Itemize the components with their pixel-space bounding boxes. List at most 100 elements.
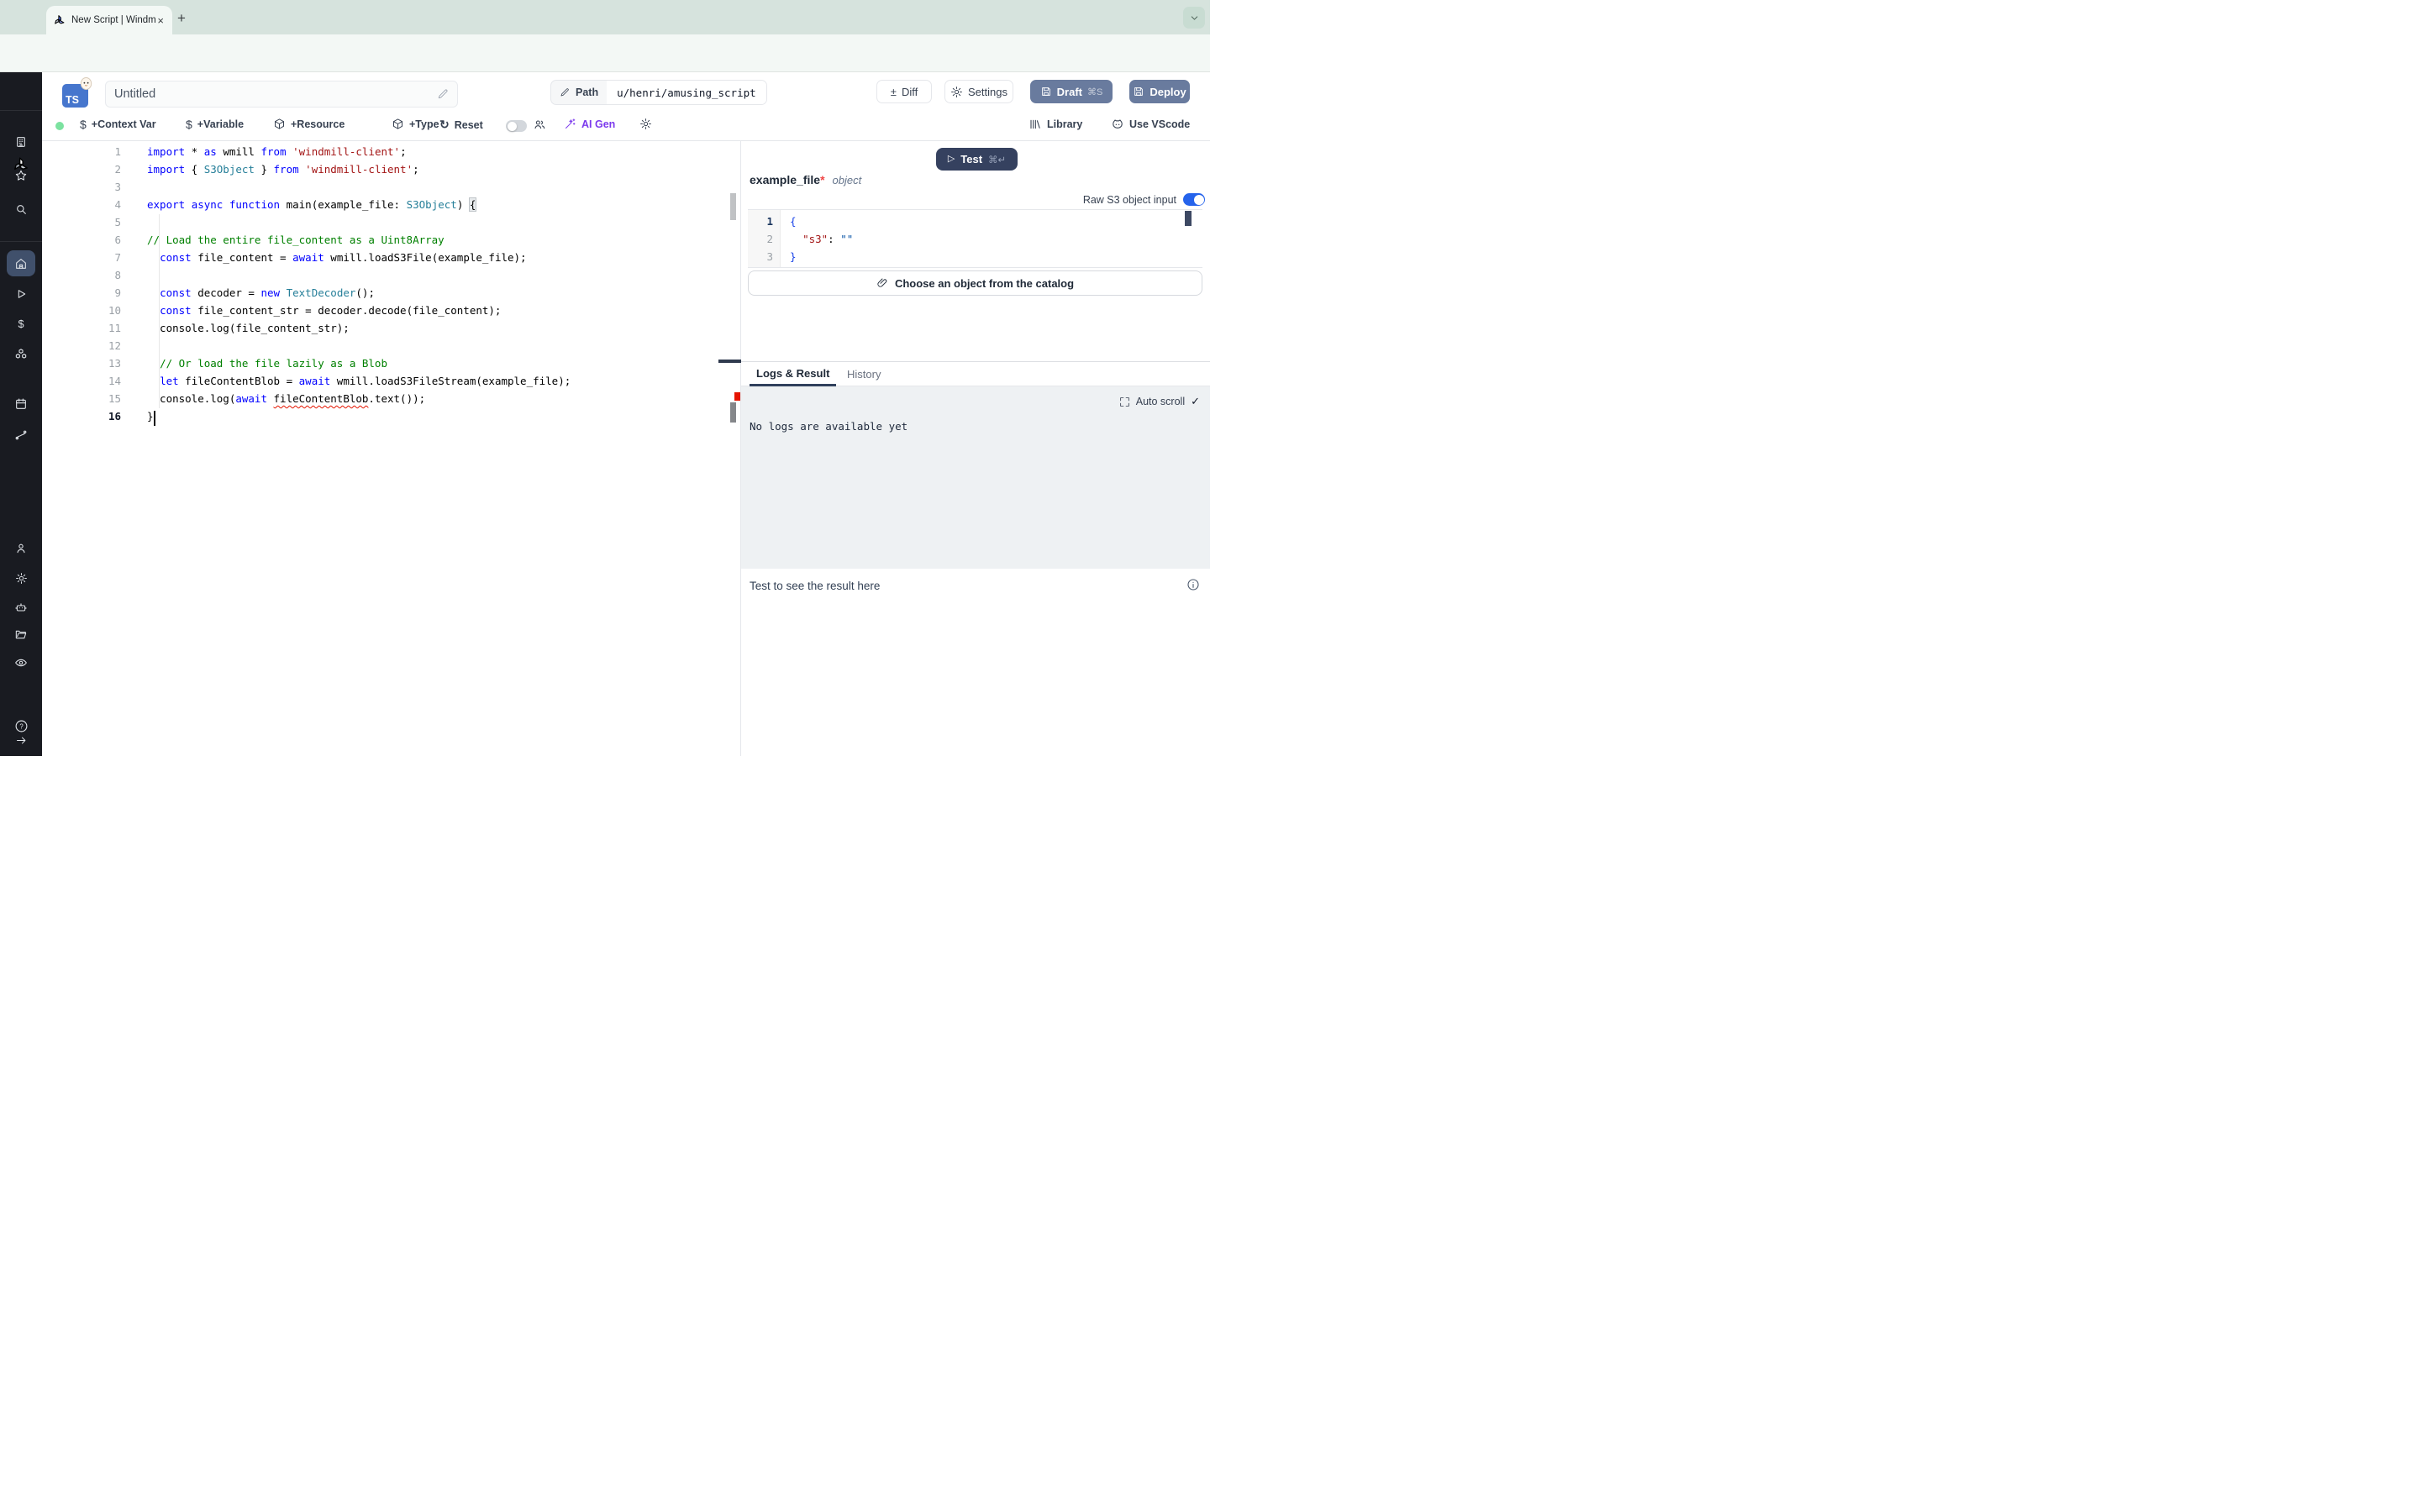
path-pencil-icon (560, 87, 570, 97)
edit-pencil-icon[interactable] (437, 88, 449, 100)
vscode-icon (1111, 118, 1124, 131)
app-sidebar: $? (0, 72, 42, 756)
tab-history[interactable]: History (840, 362, 887, 386)
sidebar-item-home[interactable] (0, 251, 42, 276)
sidebar-item-schedules[interactable] (0, 391, 42, 417)
multiplayer-toggle[interactable] (506, 120, 527, 132)
library-button[interactable]: Library (1028, 118, 1082, 131)
info-icon[interactable] (1186, 578, 1200, 591)
add-resource-button[interactable]: +Resource (273, 118, 345, 130)
sidebar-item-audit-logs[interactable] (0, 650, 42, 675)
sidebar-item-search[interactable] (0, 197, 42, 222)
sidebar-divider (0, 241, 42, 242)
multiplayer-users-icon[interactable] (533, 118, 546, 131)
path-label: Path (576, 87, 598, 98)
save-icon (1040, 86, 1052, 97)
play-icon: ▷ (948, 155, 955, 164)
code-editor[interactable]: 1import * as wmill from 'windmill-client… (42, 141, 740, 756)
tab-search-button[interactable] (1183, 7, 1205, 29)
argument-row: example_file* object (750, 173, 861, 186)
tab-logs-result[interactable]: Logs & Result (750, 362, 836, 386)
auto-scroll-control[interactable]: Auto scroll ✓ (1119, 395, 1200, 408)
arrow-right-icon (15, 734, 28, 747)
sidebar-item-workspace[interactable] (0, 129, 42, 155)
home-icon (14, 257, 28, 270)
runtime-emoji-badge (80, 77, 92, 90)
raw-s3-label: Raw S3 object input (1083, 194, 1176, 206)
add-type-button[interactable]: +Type (392, 118, 439, 130)
indent-guide (159, 214, 160, 408)
close-tab-icon[interactable]: × (155, 15, 166, 26)
play-icon (14, 287, 28, 301)
raw-s3-toggle[interactable] (1183, 193, 1205, 206)
reset-button[interactable]: ↻ Reset (439, 118, 483, 132)
dollar-icon: $ (186, 118, 192, 131)
paperclip-icon (876, 277, 888, 289)
raw-s3-row: Raw S3 object input (741, 193, 1205, 206)
windmill-new-script-screen: { "browser": { "tab_title": "New Script … (0, 0, 1210, 756)
dollar-icon: $ (14, 318, 28, 331)
ai-gen-button[interactable]: AI Gen (564, 118, 615, 130)
package-icon (273, 118, 286, 130)
script-name-value: Untitled (114, 87, 155, 101)
json-arg-editor[interactable]: 1{2 "s3": ""3} (748, 209, 1202, 268)
sidebar-item-collapse[interactable] (0, 727, 42, 753)
star-icon (14, 169, 28, 182)
logs-pane: Auto scroll ✓ No logs are available yet (741, 386, 1210, 569)
check-icon: ✓ (1191, 395, 1200, 408)
browser-toolbar: ← → ↻ app.windmill.dev/scripts/add#JTdCJ… (0, 34, 1210, 72)
tab-title: New Script | Windmill (71, 15, 155, 25)
sidebar-item-flows[interactable] (0, 423, 42, 448)
reset-icon: ↻ (439, 118, 450, 132)
new-tab-button[interactable]: + (177, 10, 186, 27)
building-icon (14, 135, 28, 149)
calendar-icon (14, 397, 28, 411)
package-icon (392, 118, 404, 130)
script-path-chip[interactable]: Path u/henri/amusing_script (550, 80, 767, 105)
route-icon (14, 428, 28, 442)
editor-settings-button[interactable] (639, 118, 652, 130)
add-variable-button[interactable]: $ +Variable (186, 118, 244, 131)
add-context-var-button[interactable]: $ +Context Var (80, 118, 156, 131)
argument-type: object (833, 174, 862, 186)
result-pane: Test to see the result here (741, 569, 1210, 756)
robot-icon (14, 601, 28, 614)
save-draft-button[interactable]: Draft ⌘S (1030, 80, 1113, 103)
sidebar-item-resources[interactable] (0, 342, 42, 367)
test-shortcut: ⌘↵ (988, 154, 1006, 165)
sidebar-item-users[interactable] (0, 536, 42, 561)
use-vscode-button[interactable]: Use VScode (1111, 118, 1190, 131)
deploy-button[interactable]: Deploy (1129, 80, 1190, 103)
svg-text:$: $ (18, 318, 24, 330)
sidebar-divider (0, 110, 42, 111)
expand-icon[interactable] (1119, 396, 1130, 407)
json-scrollbar[interactable] (1185, 211, 1192, 226)
browser-tab[interactable]: New Script | Windmill × (46, 6, 172, 34)
choose-object-button[interactable]: Choose an object from the catalog (748, 270, 1202, 296)
editor-scrollbar-slider[interactable] (730, 402, 736, 423)
splitter-handle[interactable] (718, 360, 741, 363)
gear-icon (15, 572, 28, 585)
sidebar-item-runs[interactable] (0, 281, 42, 307)
sidebar-item-favorites[interactable] (0, 163, 42, 188)
windmill-favicon (53, 14, 66, 27)
magic-wand-icon (564, 118, 576, 130)
sidebar-item-workers[interactable] (0, 595, 42, 620)
sidebar-item-folders[interactable] (0, 622, 42, 647)
diff-button[interactable]: ± Diff (876, 80, 932, 103)
no-logs-message: No logs are available yet (750, 420, 908, 433)
result-tabs: Logs & Result History (741, 362, 1210, 386)
editor-scrollbar-slider[interactable] (730, 193, 736, 220)
gear-icon (950, 86, 963, 98)
sidebar-item-variables[interactable]: $ (0, 312, 42, 337)
cubes-icon (14, 348, 28, 361)
language-status-dot (55, 122, 64, 130)
error-marker (734, 392, 740, 401)
test-run-button[interactable]: ▷ Test ⌘↵ (936, 148, 1018, 171)
sidebar-item-settings[interactable] (0, 565, 42, 591)
path-value: u/henri/amusing_script (607, 81, 766, 104)
script-name-input[interactable]: Untitled (105, 81, 458, 108)
gear-icon (639, 118, 652, 130)
settings-button[interactable]: Settings (944, 80, 1013, 103)
browser-tab-strip: New Script | Windmill × + (0, 0, 1210, 34)
